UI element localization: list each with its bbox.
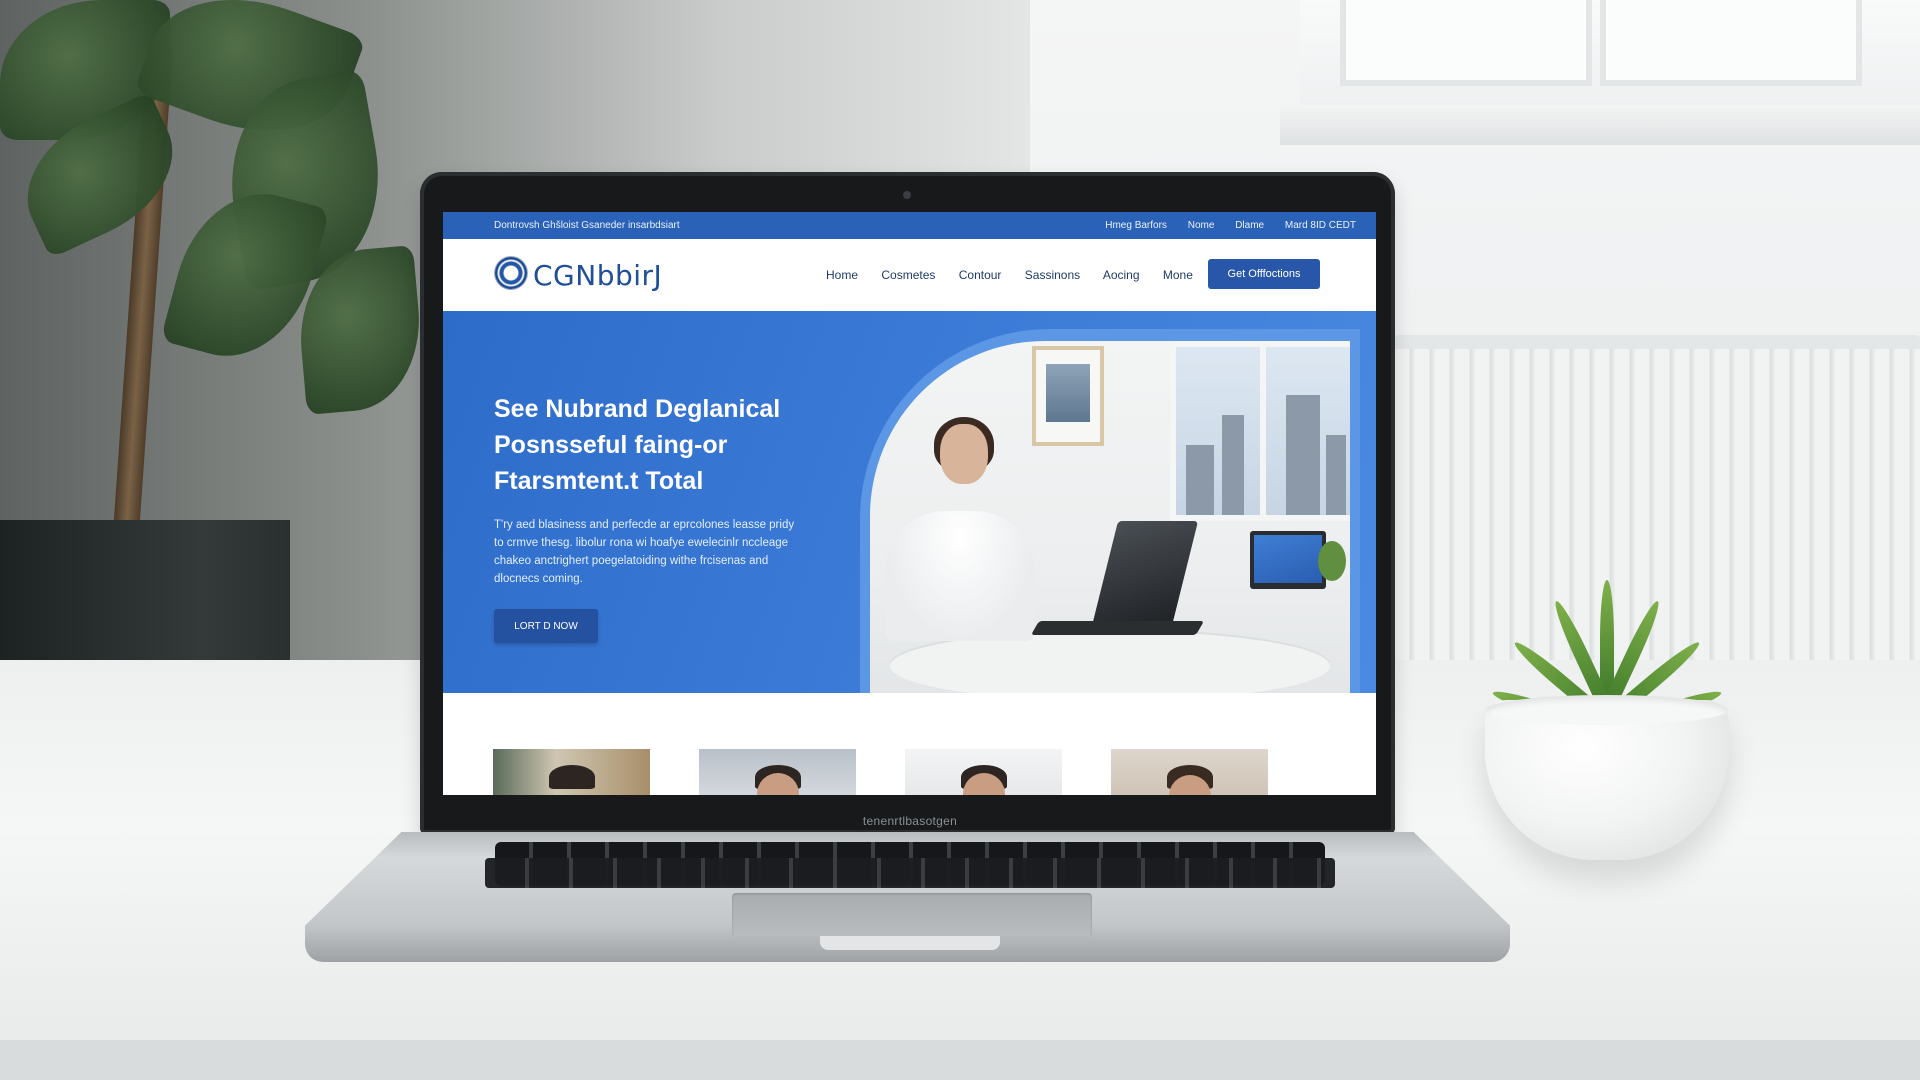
hero-title: See Nubrand Deglanical Posnsseful faing-… [494, 391, 824, 499]
topbar-links: Hmeg Barfors Nome Dlame Mard 8ID CEDT [1087, 220, 1356, 231]
photo-plant [1318, 541, 1346, 581]
hero-description-line: chakeo anctrighert poegelatoiding withe … [494, 555, 769, 567]
hero-image [870, 341, 1350, 721]
lid-notch [820, 936, 1000, 950]
laptop-brand-label: tenenrtlbasotgen [862, 814, 958, 828]
hero-description-line: T'ry aed blasiness and perfecde ar eprco… [494, 519, 795, 531]
nav-item-home[interactable]: Home [826, 268, 858, 282]
avatar [548, 765, 595, 789]
team-cards-row [443, 693, 1376, 795]
topbar-text: Dontrovsh Ghšloist Gsaneder insarbdsiart [494, 220, 680, 231]
nav-item-sassinons[interactable]: Sassinons [1025, 268, 1080, 282]
hero-description-line: dlocnecs coming. [494, 573, 583, 585]
site-logo[interactable]: CGNbbirJ [533, 259, 662, 292]
topbar-link[interactable]: Hmeg Barfors [1105, 220, 1167, 231]
team-card[interactable] [493, 749, 650, 795]
photo-building [1286, 395, 1320, 515]
nav-item-contour[interactable]: Contour [959, 268, 1002, 282]
laptop-screen: Dontrovsh Ghšloist Gsaneder insarbdsiart… [443, 212, 1376, 795]
main-nav: Home Cosmetes Contour Sassinons Aocing M… [826, 268, 1213, 282]
window-pane [1340, 0, 1592, 86]
window-sill [1280, 105, 1920, 145]
desk-edge [0, 1040, 1920, 1080]
photo-window [1170, 341, 1350, 521]
hero-cta-button[interactable]: LORT D NOW [494, 609, 598, 643]
photo-building [1222, 415, 1244, 515]
site-topbar: Dontrovsh Ghšloist Gsaneder insarbdsiart… [443, 212, 1376, 239]
team-card[interactable] [699, 749, 856, 795]
photo-building [1186, 445, 1214, 515]
window-pane [1600, 0, 1862, 86]
plant-pot-rim [1486, 695, 1728, 725]
get-offers-button[interactable]: Get Offfoctions [1208, 259, 1320, 289]
site-header: CGNbbirJ Home Cosmetes Contour Sassinons… [443, 239, 1376, 312]
photo-person-body [885, 511, 1035, 641]
photo-building [1326, 435, 1346, 515]
hero-description: T'ry aed blasiness and perfecde ar eprco… [494, 516, 824, 588]
photo-laptop-base [1030, 621, 1205, 635]
photo-table [890, 631, 1330, 701]
hero-section: See Nubrand Deglanical Posnsseful faing-… [443, 311, 1376, 729]
nav-item-mone[interactable]: Mone [1163, 268, 1193, 282]
topbar-link[interactable]: Dlame [1235, 220, 1264, 231]
photo-person-face [940, 424, 988, 484]
nav-item-cosmetes[interactable]: Cosmetes [881, 268, 935, 282]
hero-description-line: to crmve thesg. libolur rona wi hoafye e… [494, 537, 789, 549]
nav-item-aocing[interactable]: Aocing [1103, 268, 1140, 282]
keyboard-row [485, 858, 1335, 888]
trackpad [732, 893, 1092, 937]
photo-wall-art [1032, 346, 1104, 446]
team-card[interactable] [905, 749, 1062, 795]
photo-monitor [1250, 531, 1326, 589]
team-card[interactable] [1111, 749, 1268, 795]
shield-emblem-icon[interactable] [495, 257, 527, 289]
hero-title-line: Posnsseful faing-or [494, 431, 728, 459]
hero-title-line: Ftarsmtent.t Total [494, 467, 704, 495]
topbar-link[interactable]: Mard 8ID CEDT [1285, 220, 1356, 231]
photo-laptop [1091, 521, 1199, 626]
topbar-link[interactable]: Nome [1188, 220, 1215, 231]
hero-title-line: See Nubrand Deglanical [494, 395, 781, 423]
webcam-icon [903, 191, 911, 199]
